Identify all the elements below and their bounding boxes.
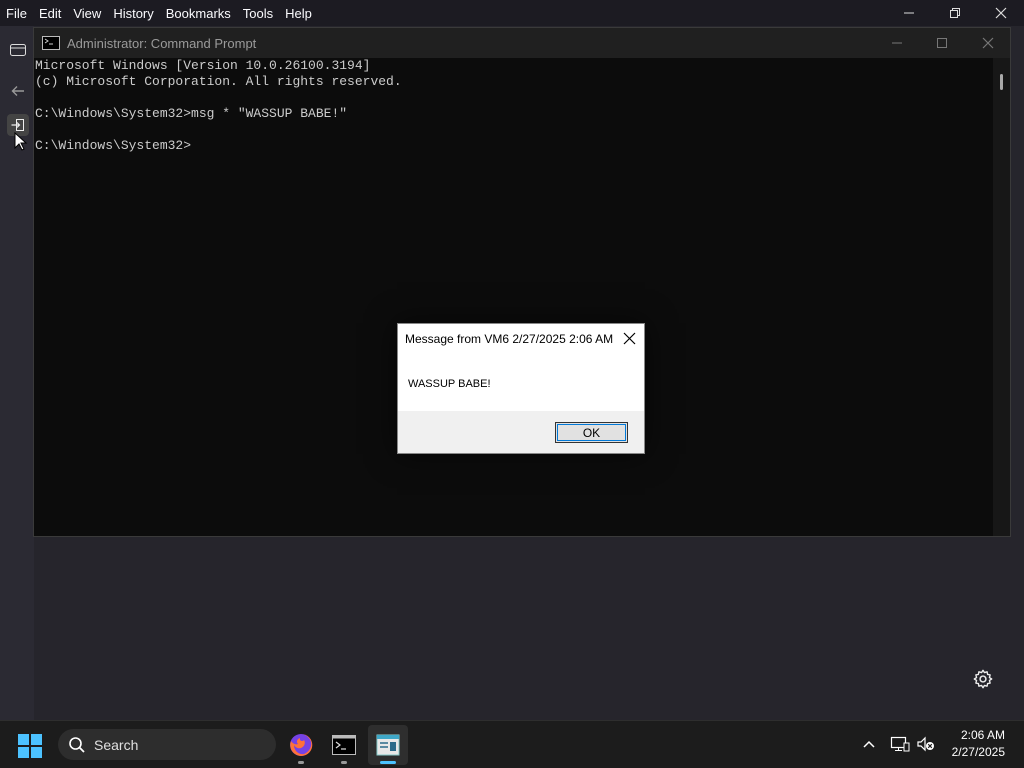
taskbar-search-box[interactable]: Search [58,729,276,760]
console-line: C:\Windows\System32> [35,138,192,153]
chevron-up-icon [863,740,875,748]
menu-view[interactable]: View [67,6,107,21]
browser-menu-bar: File Edit View History Bookmarks Tools H… [0,0,1024,26]
command-prompt-icon [332,735,356,755]
active-indicator [380,761,396,764]
network-status-button[interactable] [889,733,911,755]
show-hidden-icons-button[interactable] [858,733,880,755]
volume-button[interactable] [915,733,937,755]
console-line: C:\Windows\System32>msg * "WASSUP BABE!" [35,106,348,121]
sign-in-icon [11,119,24,131]
speaker-muted-icon [917,736,934,752]
sidebar-panel-icon [10,44,26,56]
taskbar-app-notepad[interactable] [368,725,408,765]
command-prompt-window[interactable]: Administrator: Command Prompt Microsoft … [33,27,1011,537]
windows-logo-icon [31,734,42,745]
console-line: ​ [35,122,995,138]
network-icon [890,736,910,752]
windows-logo-icon [18,734,29,745]
taskbar-clock[interactable]: 2:06 AM 2/27/2025 [952,727,1005,761]
browser-restore-button[interactable] [932,0,978,26]
restore-icon [950,8,960,18]
browser-minimize-button[interactable] [886,0,932,26]
firefox-icon [290,733,313,756]
console-line: ​ [35,90,995,106]
taskbar-app-command-prompt[interactable] [324,725,364,765]
console-line: Microsoft Windows [Version 10.0.26100.31… [35,58,371,73]
menu-file[interactable]: File [0,6,33,21]
ok-button[interactable]: OK [555,422,628,443]
close-icon [982,37,994,49]
taskbar-app-firefox[interactable] [281,725,321,765]
dialog-title-bar[interactable]: Message from VM6 2/27/2025 2:06 AM [398,324,644,353]
arrow-left-icon [11,86,24,96]
windows-logo-icon [31,747,42,758]
running-indicator [298,761,304,764]
minimize-icon [892,42,902,44]
cmd-close-button[interactable] [965,28,1011,58]
start-button[interactable] [18,734,42,758]
console-scrollbar[interactable] [993,58,1010,536]
search-icon [69,736,85,753]
cmd-maximize-button[interactable] [919,28,965,58]
maximize-icon [937,38,947,48]
cmd-window-title: Administrator: Command Prompt [67,35,257,51]
search-label: Search [94,736,139,753]
menu-edit[interactable]: Edit [33,6,67,21]
clock-date: 2/27/2025 [951,745,1005,759]
settings-gear-icon[interactable] [972,668,994,690]
close-icon [995,7,1007,19]
clock-time: 2:06 AM [960,728,1005,742]
minimize-icon [904,12,914,14]
menu-bookmarks[interactable]: Bookmarks [160,6,237,21]
mouse-cursor-icon [14,132,28,151]
console-scrollbar-thumb[interactable] [1000,74,1003,90]
dialog-title: Message from VM6 2/27/2025 2:06 AM [405,331,614,346]
cmd-minimize-button[interactable] [874,28,920,58]
console-output[interactable]: Microsoft Windows [Version 10.0.26100.31… [34,58,995,536]
console-line: (c) Microsoft Corporation. All rights re… [35,74,402,89]
cmd-title-bar[interactable]: Administrator: Command Prompt [34,28,1010,58]
notepad-icon [376,734,400,756]
browser-close-button[interactable] [978,0,1024,26]
dialog-message: WASSUP BABE! [408,378,491,390]
dialog-close-icon[interactable] [621,330,638,347]
sidebar-toggle-button[interactable] [7,39,29,61]
dialog-body: WASSUP BABE! [398,353,644,411]
browser-sidebar [0,26,34,720]
taskbar: Search 2:06 AM 2/27/2025 [0,720,1024,768]
running-indicator [341,761,347,764]
back-button[interactable] [7,80,29,102]
command-prompt-icon [42,36,60,50]
message-dialog: Message from VM6 2/27/2025 2:06 AM WASSU… [397,323,645,454]
menu-help[interactable]: Help [279,6,318,21]
windows-logo-icon [18,747,29,758]
menu-history[interactable]: History [107,6,159,21]
menu-tools[interactable]: Tools [237,6,279,21]
